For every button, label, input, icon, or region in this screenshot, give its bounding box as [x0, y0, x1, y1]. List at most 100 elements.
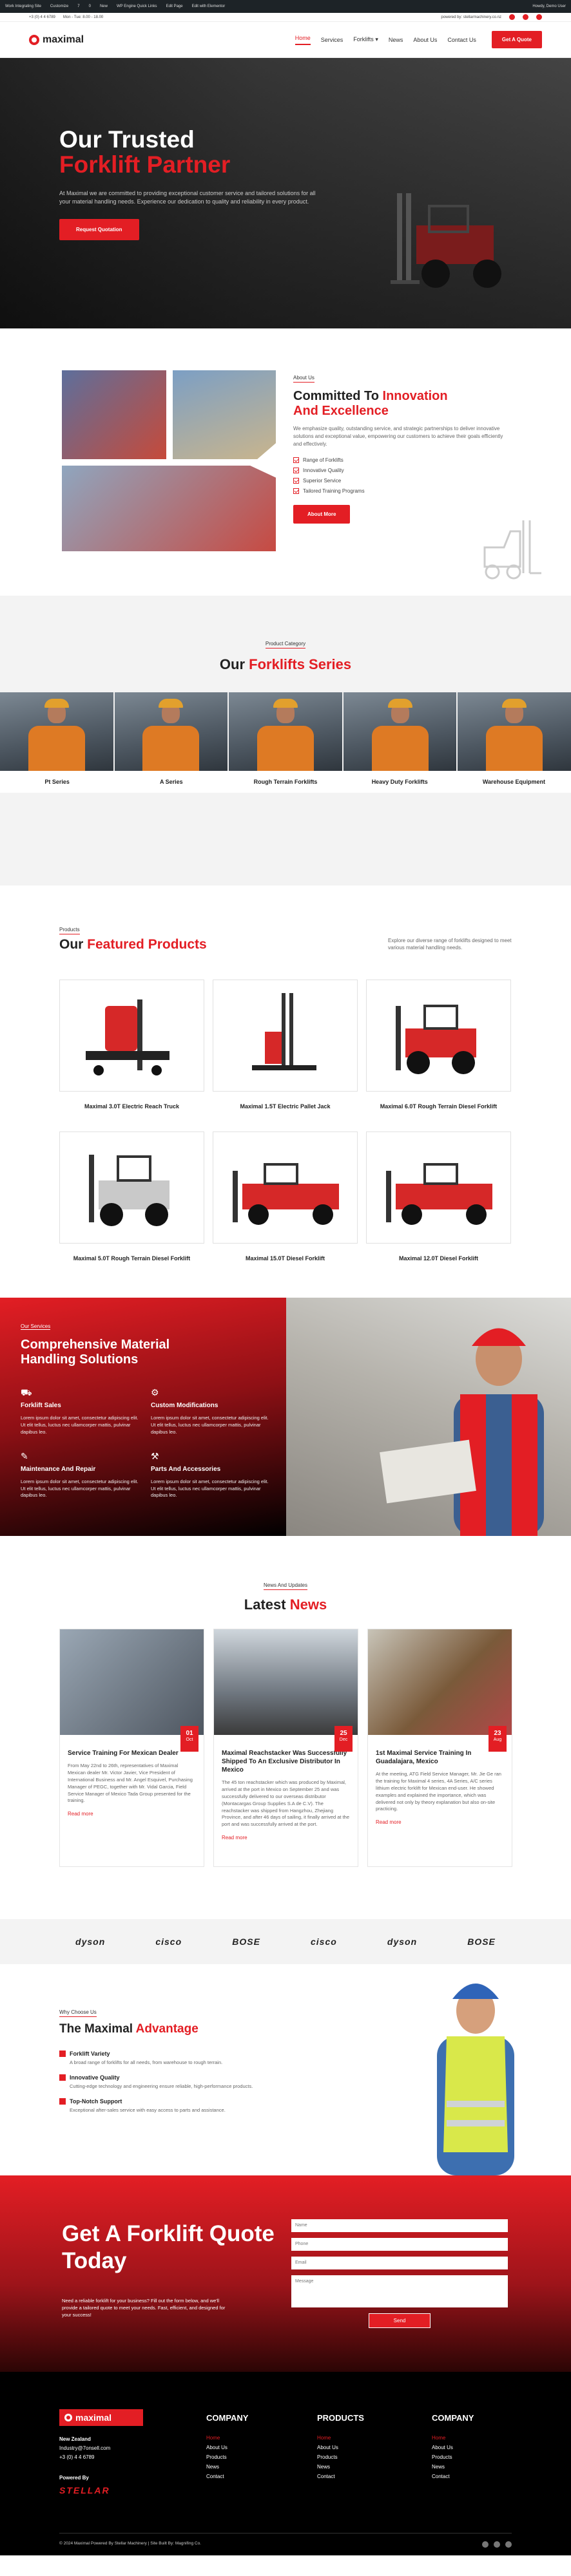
read-more-link[interactable]: Read more — [68, 1811, 196, 1817]
nav-item-contact[interactable]: Contact Us — [447, 37, 476, 43]
news-grid: 01 Oct Service Training For Mexican Deale… — [59, 1629, 512, 1867]
news-card-title[interactable]: 1st Maximal Service Training In Guadalaj… — [376, 1749, 504, 1766]
facebook-icon[interactable] — [482, 2541, 489, 2548]
powered-text[interactable]: powered by: stellarmachinery.co.nz — [441, 15, 501, 19]
phone-field[interactable]: Phone — [291, 2238, 508, 2251]
instagram-icon[interactable] — [523, 14, 528, 20]
about-more-button[interactable]: About More — [293, 505, 351, 524]
footer-logo[interactable]: maximal — [59, 2409, 143, 2426]
footer-link[interactable]: About Us — [432, 2443, 474, 2452]
email-field[interactable]: Email — [291, 2257, 508, 2269]
hours-text: Mon - Tue: 8.00 - 18.00 — [63, 15, 104, 19]
nav-item-services[interactable]: Services — [321, 37, 344, 43]
product-card[interactable]: Maximal 5.0T Rough Terrain Diesel Forkli… — [59, 1132, 204, 1283]
product-card[interactable]: Maximal 15.0T Diesel Forklift — [213, 1132, 358, 1283]
series-label[interactable]: Pt Series — [0, 771, 114, 793]
read-more-link[interactable]: Read more — [222, 1835, 350, 1841]
product-name[interactable]: Maximal 5.0T Rough Terrain Diesel Forkli… — [59, 1255, 204, 1262]
series-image-worker[interactable] — [229, 692, 342, 771]
service-item[interactable]: ⚙ Custom Modifications Lorem ipsum dolor… — [151, 1387, 273, 1436]
footer-link[interactable]: Contact — [432, 2472, 474, 2481]
footer-link[interactable]: Products — [206, 2452, 248, 2462]
services-tag: Our Services — [21, 1323, 51, 1330]
product-name[interactable]: Maximal 1.5T Electric Pallet Jack — [213, 1103, 358, 1110]
admin-bar-item[interactable]: Edit with Elementor — [192, 5, 226, 8]
check-item-label: Superior Service — [303, 477, 342, 484]
admin-bar-item[interactable]: 7 — [77, 5, 79, 8]
footer-link[interactable]: Home — [206, 2433, 248, 2443]
nav-item-forklifts[interactable]: Forklifts ▾ — [353, 36, 378, 43]
footer-link[interactable]: Products — [317, 2452, 364, 2462]
advantage-item: Innovative Quality Cutting-edge technolo… — [59, 2074, 291, 2089]
product-card[interactable]: Maximal 6.0T Rough Terrain Diesel Forkli… — [366, 980, 511, 1132]
twitter-icon[interactable] — [494, 2541, 500, 2548]
admin-bar-item[interactable]: Edit Page — [166, 5, 183, 8]
news-card-title[interactable]: Maximal Reachstacker Was Successfully Sh… — [222, 1749, 350, 1774]
service-item[interactable]: ✎ Maintenance And Repair Lorem ipsum dol… — [21, 1450, 143, 1500]
service-item[interactable]: ⚒ Parts And Accessories Lorem ipsum dolo… — [151, 1450, 273, 1500]
phone-text[interactable]: +3 (0) 4 4 6789 — [29, 15, 55, 19]
message-field[interactable]: Message — [291, 2275, 508, 2307]
product-card[interactable]: Maximal 3.0T Electric Reach Truck — [59, 980, 204, 1132]
site-logo[interactable]: maximal — [29, 34, 84, 46]
admin-bar-item[interactable]: WP Engine Quick Links — [117, 5, 157, 8]
product-name[interactable]: Maximal 6.0T Rough Terrain Diesel Forkli… — [366, 1103, 511, 1110]
series-image-worker[interactable] — [343, 692, 457, 771]
request-quotation-button[interactable]: Request Quotation — [59, 218, 139, 240]
nav-item-about[interactable]: About Us — [413, 37, 437, 43]
series-label[interactable]: Heavy Duty Forklifts — [343, 771, 457, 793]
footer-col-title: COMPANY — [432, 2413, 474, 2423]
product-card[interactable]: Maximal 1.5T Electric Pallet Jack — [213, 980, 358, 1132]
news-card-body: At the meeting, ATG Field Service Manage… — [376, 1771, 501, 1812]
footer-link[interactable]: Home — [432, 2433, 474, 2443]
news-card-title[interactable]: Service Training For Mexican Dealer — [68, 1749, 196, 1757]
product-name[interactable]: Maximal 15.0T Diesel Forklift — [213, 1255, 358, 1262]
hero-content: Our Trusted Forklift Partner At Maximal … — [59, 127, 317, 240]
footer-link[interactable]: Home — [317, 2433, 364, 2443]
product-name[interactable]: Maximal 3.0T Electric Reach Truck — [59, 1103, 204, 1110]
send-button[interactable]: Send — [369, 2313, 431, 2328]
admin-bar-item[interactable]: New — [100, 5, 108, 8]
admin-bar-item[interactable]: Customize — [50, 5, 68, 8]
news-card[interactable]: 25 Dec Maximal Reachstacker Was Successfu… — [213, 1629, 358, 1867]
admin-bar: Work Integrating Site Customize 7 0 New … — [0, 0, 571, 13]
footer-link[interactable]: About Us — [317, 2443, 364, 2452]
read-more-link[interactable]: Read more — [376, 1819, 504, 1825]
news-section: News And Updates Latest News 01 Oct Servi… — [0, 1536, 571, 1919]
series-image-worker[interactable] — [458, 692, 571, 771]
admin-bar-item[interactable]: Work Integrating Site — [5, 5, 41, 8]
footer-link[interactable]: News — [206, 2462, 248, 2472]
nav-item-news[interactable]: News — [389, 37, 403, 43]
name-field[interactable]: Name — [291, 2219, 508, 2232]
products-section: Products Our Featured Products Explore o… — [0, 886, 571, 1298]
product-name[interactable]: Maximal 12.0T Diesel Forklift — [366, 1255, 511, 1262]
youtube-icon[interactable] — [536, 14, 542, 20]
footer-link[interactable]: Products — [432, 2452, 474, 2462]
facebook-icon[interactable] — [509, 14, 515, 20]
service-item[interactable]: ⛟ Forklift Sales Lorem ipsum dolor sit a… — [21, 1387, 143, 1436]
footer-link[interactable]: Contact — [317, 2472, 364, 2481]
series-label[interactable]: Warehouse Equipment — [457, 771, 571, 793]
stellar-logo[interactable]: STELLAR — [59, 2485, 110, 2496]
partner-logo: cisco — [155, 1937, 182, 1947]
series-image-worker[interactable] — [0, 692, 113, 771]
footer-email[interactable]: Industry@7onsell.com — [59, 2444, 110, 2453]
instagram-icon[interactable] — [505, 2541, 512, 2548]
about-image-forklift-yard — [62, 370, 166, 459]
get-quote-button[interactable]: Get A Quote — [491, 31, 542, 48]
series-label[interactable]: A Series — [114, 771, 228, 793]
series-label[interactable]: Rough Terrain Forklifts — [228, 771, 342, 793]
series-image-worker[interactable] — [114, 692, 228, 771]
services-section: Our Services Comprehensive Material Hand… — [0, 1298, 571, 1536]
news-card[interactable]: 23 Aug 1st Maximal Service Training In Gu… — [367, 1629, 512, 1867]
admin-greeting[interactable]: Howdy, Demo User — [532, 5, 566, 8]
footer-link[interactable]: About Us — [206, 2443, 248, 2452]
footer-phone[interactable]: +3 (0) 4 4 6789 — [59, 2453, 110, 2462]
news-card[interactable]: 01 Oct Service Training For Mexican Deale… — [59, 1629, 204, 1867]
nav-item-home[interactable]: Home — [295, 35, 311, 45]
footer-link[interactable]: News — [317, 2462, 364, 2472]
footer-link[interactable]: News — [432, 2462, 474, 2472]
footer-link[interactable]: Contact — [206, 2472, 248, 2481]
product-card[interactable]: Maximal 12.0T Diesel Forklift — [366, 1132, 511, 1283]
admin-bar-item[interactable]: 0 — [89, 5, 91, 8]
